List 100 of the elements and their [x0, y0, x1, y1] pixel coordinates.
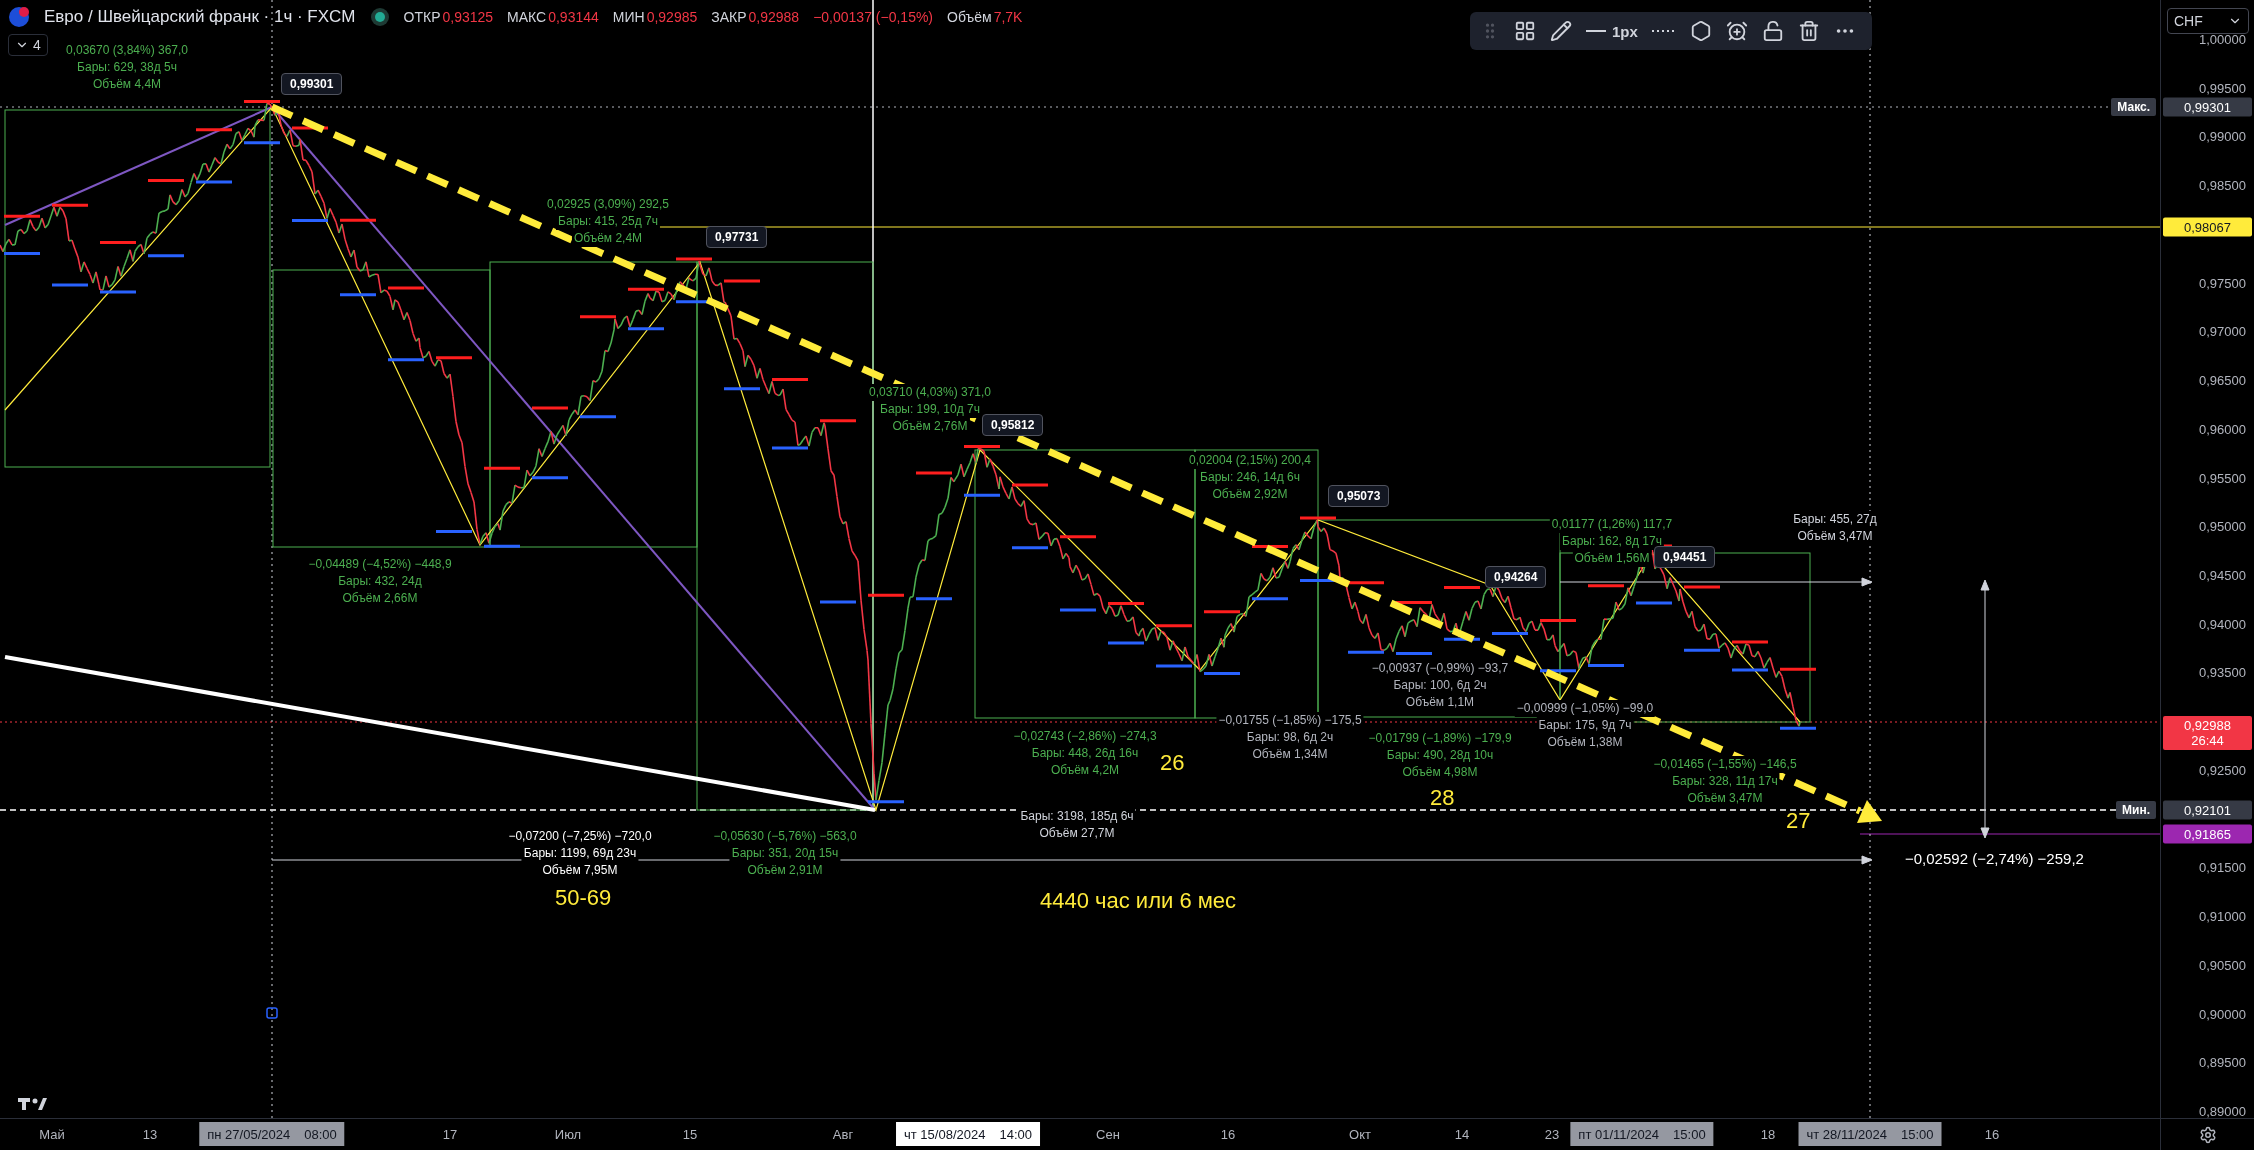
measurement-label: Бары: 432, 24д — [336, 573, 424, 590]
measurement-label: 0,02925 (3,09%) 292,5 — [544, 196, 672, 213]
measurement-label: Объём 27,7M — [1037, 825, 1117, 842]
price-tick: 0,99500 — [2199, 80, 2246, 96]
ohlc-value: 0,92985 — [646, 9, 698, 25]
measurement-label: Бары: 199, 10д 7ч — [878, 401, 982, 418]
measurement-label: −0,00937 (−0,99%) −93,7 — [1369, 660, 1511, 677]
measurement-label: −0,01465 (−1,55%) −146,5 — [1651, 756, 1799, 773]
measurement-label: Бары: 328, 11д 17ч — [1670, 773, 1780, 790]
chart-note: 4440 час или 6 мес — [1040, 888, 1237, 914]
measurement-label: Бары: 1199, 69д 23ч — [521, 845, 639, 862]
measurement-label: Бары: 448, 26д 16ч — [1029, 745, 1141, 762]
measurement-label: Объём 1,56M — [1572, 550, 1652, 567]
price-label: 0,91865 — [2163, 824, 2252, 844]
line-width-button[interactable]: 1px — [1586, 22, 1638, 40]
price-label: 0,92101 — [2163, 800, 2252, 820]
measurement-label: Бары: 100, 6д 2ч — [1391, 677, 1489, 694]
measurement-label: Объём 7,95M — [540, 862, 620, 879]
measurement-label: Объём 2,76M — [890, 418, 970, 435]
price-callout: 0,97731 — [706, 226, 768, 248]
measurement-label: Бары: 98, 6д 2ч — [1244, 729, 1336, 746]
price-callout: 0,99301 — [281, 73, 343, 95]
measurement-label: Объём 3,47M — [1685, 790, 1765, 807]
measurement-label: −0,01755 (−1,85%) −175,5 — [1216, 712, 1364, 729]
time-tick: 17 — [442, 1127, 458, 1142]
price-tick: 0,93500 — [2199, 665, 2246, 680]
measurement-label: Объём 2,66M — [340, 590, 420, 607]
price-tick: 0,99000 — [2199, 128, 2246, 144]
measurement-label: −0,04489 (−4,52%) −448,9 — [306, 556, 454, 573]
price-tick: 1,00000 — [2199, 31, 2246, 47]
ohlc-label: ОТКР — [403, 9, 441, 25]
ohlc-label: МИН — [612, 9, 645, 25]
price-callout: 0,95073 — [1328, 485, 1390, 507]
measurement-label: −0,00999 (−1,05%) −99,0 — [1514, 700, 1656, 717]
price-tick: 0,94500 — [2199, 567, 2246, 583]
measurement-label: 0,02004 (2,15%) 200,4 — [1186, 452, 1314, 469]
price-tick: 0,91500 — [2199, 859, 2246, 875]
status-dot-icon — [369, 7, 390, 27]
trash-icon[interactable] — [1797, 20, 1820, 42]
price-tick: 0,90000 — [2199, 1006, 2246, 1022]
volume-value: 7,7K — [993, 9, 1023, 25]
measurement-label: Объём 3,47M — [1795, 528, 1875, 545]
currency-dropdown[interactable]: CHF — [2167, 8, 2249, 34]
price-change: −0,00137 (−0,15%) — [813, 9, 934, 25]
time-tick: Окт — [1349, 1127, 1371, 1142]
measurement-label: 0,03670 (3,84%) 367,0 — [63, 42, 191, 59]
time-marker: пн 27/05/2024 08:00 — [199, 1122, 345, 1146]
time-tick: 15 — [682, 1127, 698, 1142]
price-callout: 0,95812 — [982, 414, 1044, 436]
time-tick: 13 — [142, 1127, 158, 1142]
grid-icon[interactable] — [1514, 20, 1536, 42]
price-tag: Макс. — [2111, 98, 2156, 116]
price-label: 0,99301 — [2163, 97, 2252, 117]
measurement-label: Бары: 246, 14д 6ч — [1198, 469, 1302, 486]
measurement-label: −0,07200 (−7,25%) −720,0 — [506, 828, 654, 845]
anchor-handle[interactable] — [266, 1007, 278, 1019]
measurement-label: −0,05630 (−5,76%) −563,0 — [711, 828, 859, 845]
price-tick: 0,89000 — [2199, 1103, 2246, 1119]
measurement-label: Бары: 490, 28д 10ч — [1384, 747, 1496, 764]
chart-note: 28 — [1430, 785, 1455, 811]
measurement-label: −0,02592 (−2,74%) −259,2 — [1905, 850, 2084, 867]
unlock-icon[interactable] — [1761, 20, 1784, 42]
ohlc-label: ЗАКР — [711, 9, 747, 25]
time-tick: 16 — [1984, 1127, 2000, 1142]
volume-label: Объём — [947, 9, 992, 25]
price-tick: 0,95000 — [2199, 518, 2246, 534]
measurement-label: Бары: 415, 25д 7ч — [556, 213, 660, 230]
ohlc-label: МАКС — [507, 9, 547, 25]
alarm-clock-icon[interactable] — [1725, 20, 1748, 42]
measurement-label: Бары: 629, 38д 5ч — [75, 59, 179, 76]
price-tick: 0,97500 — [2199, 275, 2246, 291]
time-tick: Авг — [832, 1127, 854, 1142]
price-tick: 0,95500 — [2199, 470, 2246, 486]
time-tick: Июл — [554, 1127, 582, 1142]
price-tick: 0,96500 — [2199, 372, 2246, 388]
measurement-label: Бары: 162, 8д 17ч — [1560, 533, 1664, 550]
measurement-label: 0,01177 (1,26%) 117,7 — [1549, 516, 1675, 533]
price-tick: 0,91000 — [2199, 908, 2246, 924]
pencil-icon[interactable] — [1550, 20, 1572, 42]
measurement-label: Объём 4,98M — [1400, 764, 1480, 781]
price-tick: 0,94000 — [2199, 616, 2246, 632]
time-marker: чт 28/11/2024 15:00 — [1798, 1122, 1942, 1146]
time-tick: 23 — [1544, 1127, 1560, 1142]
time-tick: Сен — [1096, 1127, 1120, 1142]
measurement-label: Объём 1,1M — [1403, 694, 1477, 711]
settings-icon[interactable] — [2198, 1125, 2217, 1144]
hexagon-icon[interactable] — [1689, 20, 1712, 42]
measurement-label: Бары: 175, 9д 7ч — [1536, 717, 1634, 734]
measurement-label: Бары: 3198, 185д 6ч — [1018, 808, 1136, 825]
measurement-label: −0,01799 (−1,89%) −179,9 — [1366, 730, 1514, 747]
measurement-label: Объём 2,92M — [1210, 486, 1290, 503]
price-callout: 0,94264 — [1485, 566, 1547, 588]
price-callout: 0,94451 — [1654, 546, 1716, 568]
price-tick: 0,92500 — [2199, 762, 2246, 778]
indicators-toggle[interactable]: 4 — [8, 34, 48, 56]
measurement-label: Бары: 455, 27д — [1791, 511, 1879, 528]
symbol-title[interactable]: Евро / Швейцарский франк · 1ч · FXCM — [44, 7, 356, 27]
ohlc-value: 0,93125 — [442, 9, 494, 25]
dotted-line-icon[interactable] — [1651, 29, 1676, 33]
price-label: 0,92988 26:44 — [2163, 716, 2252, 750]
